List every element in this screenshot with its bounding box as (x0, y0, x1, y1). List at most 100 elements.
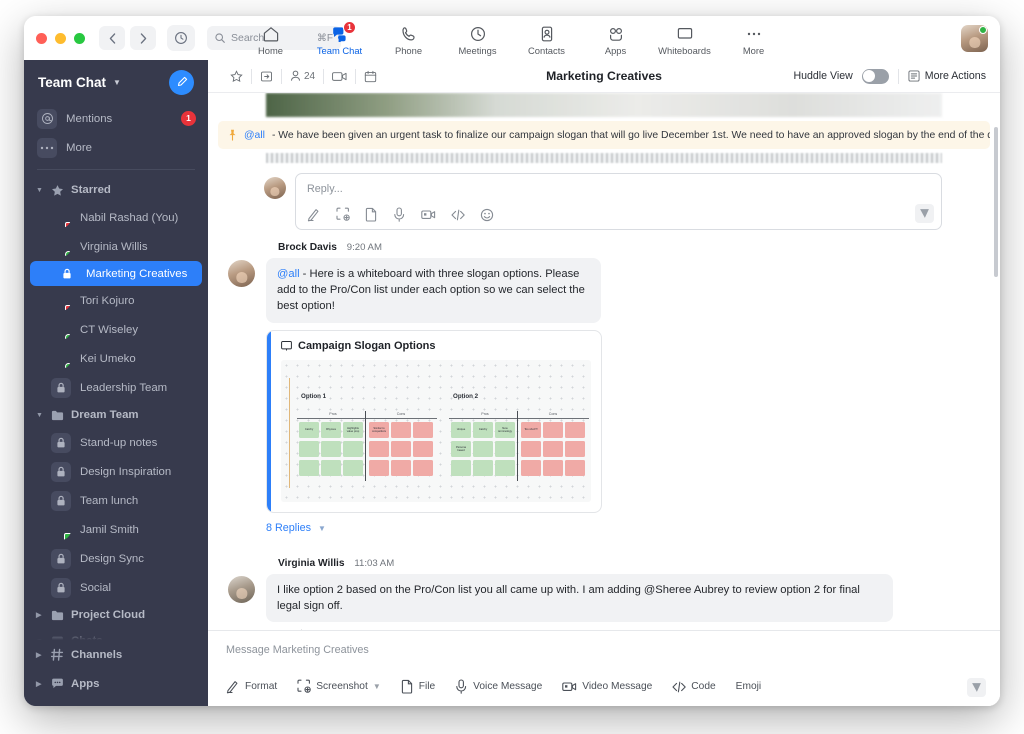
whiteboard-sticky-note[interactable] (413, 440, 433, 457)
video-icon[interactable] (324, 71, 355, 82)
topnav-item-home[interactable]: Home (241, 20, 300, 56)
sidebar-item-team-lunch[interactable]: Team lunch (24, 486, 208, 515)
chevron-down-icon[interactable]: ▼ (36, 187, 44, 194)
whiteboard-sticky-note[interactable] (369, 440, 389, 457)
format-icon[interactable] (307, 207, 321, 222)
sidebar-item-marketing-creatives[interactable]: Marketing Creatives (30, 261, 202, 286)
whiteboard-canvas[interactable]: Option 1 Pros Cons Catchy Similar to competi… (281, 359, 591, 502)
whiteboard-card[interactable]: Campaign Slogan Options Option 1 Pros Cons… (266, 329, 602, 513)
compose-button[interactable] (169, 69, 194, 95)
comment-icon[interactable] (266, 629, 279, 630)
huddle-view-toggle[interactable] (861, 68, 889, 84)
whiteboard-sticky-note[interactable] (321, 459, 341, 476)
history-icon[interactable] (167, 25, 195, 51)
whiteboard-sticky-note[interactable] (543, 440, 563, 457)
topnav-item-team-chat[interactable]: Team Chat 1 (310, 20, 369, 56)
topnav-item-whiteboards[interactable]: Whiteboards (655, 20, 714, 56)
whiteboard-sticky-note[interactable] (495, 440, 515, 457)
star-icon[interactable] (222, 69, 251, 83)
whiteboard-sticky-note[interactable] (321, 440, 341, 457)
whiteboard-sticky-note[interactable] (299, 459, 319, 476)
sidebar-item-more[interactable]: More (24, 133, 208, 162)
whiteboard-sticky-note[interactable] (521, 440, 541, 457)
whiteboard-sticky-note[interactable] (299, 440, 319, 457)
whiteboard-sticky-note[interactable]: Persona based (451, 440, 471, 457)
whiteboard-sticky-note[interactable]: Catchy (473, 421, 493, 438)
whiteboard-sticky-note[interactable] (521, 459, 541, 476)
chevron-down-icon[interactable]: ▼ (113, 78, 121, 87)
ellipsis-icon[interactable] (316, 629, 329, 630)
calendar-icon[interactable] (356, 70, 385, 83)
sidebar-group-starred[interactable]: ▼ Starred (24, 177, 208, 203)
whiteboard-sticky-note[interactable] (413, 421, 433, 438)
members-count[interactable]: 24 (282, 70, 323, 82)
sidebar-group-project-cloud[interactable]: ▶ Project Cloud (24, 602, 208, 628)
sidebar-item-social[interactable]: Social (24, 573, 208, 602)
thread-replies-link[interactable]: 8 Replies ▼ (266, 522, 602, 534)
more-actions-button[interactable]: More Actions (908, 70, 986, 82)
screenshot-icon[interactable] (336, 207, 350, 222)
composer-screenshot-button[interactable]: Screenshot ▼ (297, 679, 381, 694)
reply-input-box[interactable]: Reply... (295, 173, 942, 230)
chevron-right-icon[interactable]: ▶ (36, 680, 44, 688)
composer-format-button[interactable]: Format (226, 679, 277, 694)
composer-voice-message-button[interactable]: Voice Message (455, 679, 542, 694)
topnav-item-more[interactable]: More (724, 20, 783, 56)
sidebar-item-ct-wiseley[interactable]: CT Wiseley (24, 315, 208, 344)
whiteboard-sticky-note[interactable]: Unique (451, 421, 471, 438)
pinned-mention[interactable]: @all (244, 130, 265, 141)
whiteboard-sticky-note[interactable]: Catchy (299, 421, 319, 438)
sidebar-item-tori-kojuro[interactable]: Tori Kojuro (24, 286, 208, 315)
maximize-window-button[interactable] (74, 32, 85, 44)
sidebar-item-design-inspiration[interactable]: Design Inspiration (24, 457, 208, 486)
sidebar-item-mentions[interactable]: Mentions 1 (24, 104, 208, 133)
topnav-item-apps[interactable]: Apps (586, 20, 645, 56)
voice-icon[interactable] (393, 207, 406, 222)
topnav-item-contacts[interactable]: Contacts (517, 20, 576, 56)
whiteboard-sticky-note[interactable] (391, 459, 411, 476)
whiteboard-sticky-note[interactable] (451, 459, 471, 476)
whiteboard-sticky-note[interactable] (543, 421, 563, 438)
user-avatar[interactable] (961, 25, 988, 52)
composer-emoji-button[interactable]: Emoji (736, 681, 761, 692)
close-window-button[interactable] (36, 32, 47, 44)
whiteboard-sticky-note[interactable] (369, 459, 389, 476)
topnav-item-meetings[interactable]: Meetings (448, 20, 507, 56)
message-scrollbar[interactable] (994, 127, 998, 277)
topnav-item-phone[interactable]: Phone (379, 20, 438, 56)
sidebar-group-channels[interactable]: ▶ Channels (24, 640, 208, 669)
whiteboard-sticky-note[interactable] (391, 440, 411, 457)
chevron-right-icon[interactable]: ▶ (36, 611, 44, 619)
whiteboard-sticky-note[interactable] (343, 459, 363, 476)
window-controls[interactable] (36, 32, 85, 44)
sidebar-item-nabil-rashad-you[interactable]: Nabil Rashad (You) (24, 203, 208, 232)
chevron-right-icon[interactable]: ▶ (36, 651, 44, 659)
whiteboard-sticky-note[interactable]: Rhymes (321, 421, 341, 438)
message-input[interactable]: Message Marketing Creatives (208, 631, 1000, 675)
composer-file-button[interactable]: File (401, 679, 435, 694)
emoji-icon[interactable] (480, 208, 494, 222)
sidebar-item-virginia-willis[interactable]: Virginia Willis (24, 232, 208, 261)
message-mention[interactable]: @all (277, 268, 300, 280)
add-reaction-icon[interactable] (291, 629, 304, 630)
code-icon[interactable] (451, 208, 465, 222)
whiteboard-sticky-note[interactable]: Similar to competitors (369, 421, 389, 438)
sidebar-group-dream-team[interactable]: ▼ Dream Team (24, 402, 208, 428)
pinned-message-banner[interactable]: @all - We have been given an urgent task… (218, 121, 990, 149)
chevron-down-icon[interactable]: ▼ (318, 524, 326, 533)
sidebar-item-jamil-smith[interactable]: Jamil Smith (24, 515, 208, 544)
sidebar-item-kei-umeko[interactable]: Kei Umeko (24, 344, 208, 373)
sidebar-item-leadership-team[interactable]: Leadership Team (24, 373, 208, 402)
file-icon[interactable] (365, 207, 378, 222)
sidebar-group-apps[interactable]: ▶ Apps (24, 669, 208, 698)
chevron-down-icon[interactable]: ▼ (373, 682, 381, 691)
whiteboard-sticky-note[interactable]: Too short?! (521, 421, 541, 438)
minimize-window-button[interactable] (55, 32, 66, 44)
whiteboard-sticky-note[interactable] (473, 459, 493, 476)
whiteboard-sticky-note[interactable] (391, 421, 411, 438)
whiteboard-sticky-note[interactable] (343, 440, 363, 457)
whiteboard-sticky-note[interactable] (565, 421, 585, 438)
whiteboard-sticky-note[interactable] (473, 440, 493, 457)
send-button[interactable] (967, 678, 986, 697)
whiteboard-sticky-note[interactable] (495, 459, 515, 476)
